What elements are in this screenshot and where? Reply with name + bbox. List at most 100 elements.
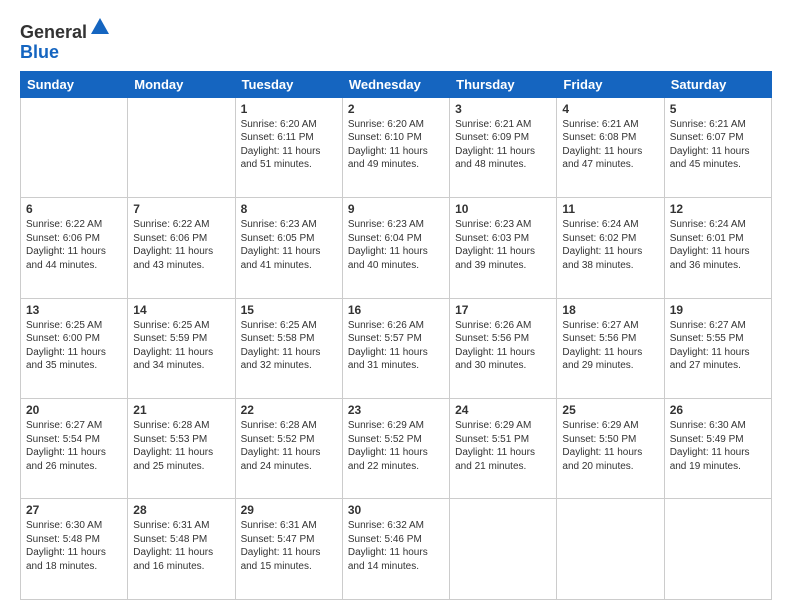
- calendar-cell: 17Sunrise: 6:26 AM Sunset: 5:56 PM Dayli…: [450, 298, 557, 398]
- day-number: 30: [348, 503, 444, 517]
- calendar-cell: 6 Sunrise: 6:22 AM Sunset: 6:06 PM Daylig…: [21, 198, 128, 298]
- day-info: Sunrise: 6:26 AM Sunset: 5:57 PM Dayligh…: [348, 319, 444, 373]
- day-info: Sunrise: 6:25 AM Sunset: 5:59 PM Dayligh…: [133, 319, 229, 373]
- day-number: 10: [455, 202, 551, 216]
- day-number: 19: [670, 303, 766, 317]
- day-info: Sunrise: 6:20 AM Sunset: 6:10 PM Dayligh…: [348, 118, 444, 172]
- day-info: Sunrise: 6:27 AM Sunset: 5:55 PM Dayligh…: [670, 319, 766, 373]
- day-number: 23: [348, 403, 444, 417]
- day-number: 7: [133, 202, 229, 216]
- calendar-cell: 23Sunrise: 6:29 AM Sunset: 5:52 PM Dayli…: [342, 399, 449, 499]
- day-info: Sunrise: 6:21 AM Sunset: 6:08 PM Dayligh…: [562, 118, 658, 172]
- calendar-cell: [21, 97, 128, 197]
- day-info: Sunrise: 6:23 AM Sunset: 6:03 PM Dayligh…: [455, 218, 551, 272]
- day-number: 25: [562, 403, 658, 417]
- day-number: 21: [133, 403, 229, 417]
- calendar-cell: 12 Sunrise: 6:24 AM Sunset: 6:01 PM Dayli…: [664, 198, 771, 298]
- calendar-cell: 28Sunrise: 6:31 AM Sunset: 5:48 PM Dayli…: [128, 499, 235, 600]
- day-number: 29: [241, 503, 337, 517]
- day-number: 14: [133, 303, 229, 317]
- day-number: 15: [241, 303, 337, 317]
- day-number: 3: [455, 102, 551, 116]
- calendar-cell: 9 Sunrise: 6:23 AM Sunset: 6:04 PM Daylig…: [342, 198, 449, 298]
- calendar-cell: 22Sunrise: 6:28 AM Sunset: 5:52 PM Dayli…: [235, 399, 342, 499]
- day-number: 17: [455, 303, 551, 317]
- weekday-header-friday: Friday: [557, 71, 664, 97]
- day-info: Sunrise: 6:28 AM Sunset: 5:53 PM Dayligh…: [133, 419, 229, 473]
- calendar-cell: 19 Sunrise: 6:27 AM Sunset: 5:55 PM Dayli…: [664, 298, 771, 398]
- day-info: Sunrise: 6:20 AM Sunset: 6:11 PM Dayligh…: [241, 118, 337, 172]
- calendar-cell: 5Sunrise: 6:21 AM Sunset: 6:07 PM Daylig…: [664, 97, 771, 197]
- calendar-cell: 29 Sunrise: 6:31 AM Sunset: 5:47 PM Dayli…: [235, 499, 342, 600]
- calendar-body: 1 Sunrise: 6:20 AM Sunset: 6:11 PM Daylig…: [21, 97, 772, 599]
- weekday-header-tuesday: Tuesday: [235, 71, 342, 97]
- day-number: 22: [241, 403, 337, 417]
- day-info: Sunrise: 6:25 AM Sunset: 6:00 PM Dayligh…: [26, 319, 122, 373]
- day-number: 2: [348, 102, 444, 116]
- calendar-cell: 26 Sunrise: 6:30 AM Sunset: 5:49 PM Dayli…: [664, 399, 771, 499]
- calendar-table: SundayMondayTuesdayWednesdayThursdayFrid…: [20, 71, 772, 600]
- weekday-header-row: SundayMondayTuesdayWednesdayThursdayFrid…: [21, 71, 772, 97]
- calendar-cell: 25 Sunrise: 6:29 AM Sunset: 5:50 PM Dayli…: [557, 399, 664, 499]
- day-info: Sunrise: 6:32 AM Sunset: 5:46 PM Dayligh…: [348, 519, 444, 573]
- calendar-cell: 14 Sunrise: 6:25 AM Sunset: 5:59 PM Dayli…: [128, 298, 235, 398]
- weekday-header-sunday: Sunday: [21, 71, 128, 97]
- day-info: Sunrise: 6:24 AM Sunset: 6:02 PM Dayligh…: [562, 218, 658, 272]
- calendar-cell: 18 Sunrise: 6:27 AM Sunset: 5:56 PM Dayli…: [557, 298, 664, 398]
- day-number: 4: [562, 102, 658, 116]
- week-row-1: 1 Sunrise: 6:20 AM Sunset: 6:11 PM Daylig…: [21, 97, 772, 197]
- day-number: 8: [241, 202, 337, 216]
- logo-icon: [89, 16, 111, 38]
- calendar-cell: 20 Sunrise: 6:27 AM Sunset: 5:54 PM Dayli…: [21, 399, 128, 499]
- day-info: Sunrise: 6:25 AM Sunset: 5:58 PM Dayligh…: [241, 319, 337, 373]
- day-number: 6: [26, 202, 122, 216]
- day-number: 11: [562, 202, 658, 216]
- day-number: 18: [562, 303, 658, 317]
- logo: General Blue: [20, 16, 111, 63]
- calendar-cell: [664, 499, 771, 600]
- calendar-cell: 21 Sunrise: 6:28 AM Sunset: 5:53 PM Dayli…: [128, 399, 235, 499]
- day-number: 1: [241, 102, 337, 116]
- day-info: Sunrise: 6:23 AM Sunset: 6:04 PM Dayligh…: [348, 218, 444, 272]
- day-number: 12: [670, 202, 766, 216]
- calendar-cell: 1 Sunrise: 6:20 AM Sunset: 6:11 PM Daylig…: [235, 97, 342, 197]
- day-number: 13: [26, 303, 122, 317]
- day-number: 28: [133, 503, 229, 517]
- calendar-cell: 8Sunrise: 6:23 AM Sunset: 6:05 PM Daylig…: [235, 198, 342, 298]
- week-row-3: 13 Sunrise: 6:25 AM Sunset: 6:00 PM Dayli…: [21, 298, 772, 398]
- logo-blue-text: Blue: [20, 42, 59, 62]
- calendar-cell: 2 Sunrise: 6:20 AM Sunset: 6:10 PM Daylig…: [342, 97, 449, 197]
- calendar-cell: [450, 499, 557, 600]
- day-number: 5: [670, 102, 766, 116]
- week-row-4: 20 Sunrise: 6:27 AM Sunset: 5:54 PM Dayli…: [21, 399, 772, 499]
- calendar-cell: 24Sunrise: 6:29 AM Sunset: 5:51 PM Dayli…: [450, 399, 557, 499]
- weekday-header-thursday: Thursday: [450, 71, 557, 97]
- weekday-header-saturday: Saturday: [664, 71, 771, 97]
- calendar-cell: 10 Sunrise: 6:23 AM Sunset: 6:03 PM Dayli…: [450, 198, 557, 298]
- logo-general-text: General: [20, 22, 87, 42]
- calendar-cell: 7 Sunrise: 6:22 AM Sunset: 6:06 PM Daylig…: [128, 198, 235, 298]
- day-info: Sunrise: 6:31 AM Sunset: 5:47 PM Dayligh…: [241, 519, 337, 573]
- day-number: 9: [348, 202, 444, 216]
- weekday-header-monday: Monday: [128, 71, 235, 97]
- weekday-header-wednesday: Wednesday: [342, 71, 449, 97]
- calendar-cell: 4 Sunrise: 6:21 AM Sunset: 6:08 PM Daylig…: [557, 97, 664, 197]
- day-info: Sunrise: 6:24 AM Sunset: 6:01 PM Dayligh…: [670, 218, 766, 272]
- calendar-cell: 15 Sunrise: 6:25 AM Sunset: 5:58 PM Dayli…: [235, 298, 342, 398]
- week-row-5: 27Sunrise: 6:30 AM Sunset: 5:48 PM Dayli…: [21, 499, 772, 600]
- calendar-cell: [128, 97, 235, 197]
- day-info: Sunrise: 6:30 AM Sunset: 5:49 PM Dayligh…: [670, 419, 766, 473]
- day-info: Sunrise: 6:29 AM Sunset: 5:50 PM Dayligh…: [562, 419, 658, 473]
- day-number: 20: [26, 403, 122, 417]
- day-info: Sunrise: 6:27 AM Sunset: 5:54 PM Dayligh…: [26, 419, 122, 473]
- week-row-2: 6 Sunrise: 6:22 AM Sunset: 6:06 PM Daylig…: [21, 198, 772, 298]
- calendar-cell: 3 Sunrise: 6:21 AM Sunset: 6:09 PM Daylig…: [450, 97, 557, 197]
- day-info: Sunrise: 6:21 AM Sunset: 6:09 PM Dayligh…: [455, 118, 551, 172]
- day-info: Sunrise: 6:27 AM Sunset: 5:56 PM Dayligh…: [562, 319, 658, 373]
- calendar-cell: 27Sunrise: 6:30 AM Sunset: 5:48 PM Dayli…: [21, 499, 128, 600]
- calendar-cell: 13 Sunrise: 6:25 AM Sunset: 6:00 PM Dayli…: [21, 298, 128, 398]
- calendar-cell: 16Sunrise: 6:26 AM Sunset: 5:57 PM Dayli…: [342, 298, 449, 398]
- day-info: Sunrise: 6:22 AM Sunset: 6:06 PM Dayligh…: [133, 218, 229, 272]
- day-info: Sunrise: 6:22 AM Sunset: 6:06 PM Dayligh…: [26, 218, 122, 272]
- day-number: 26: [670, 403, 766, 417]
